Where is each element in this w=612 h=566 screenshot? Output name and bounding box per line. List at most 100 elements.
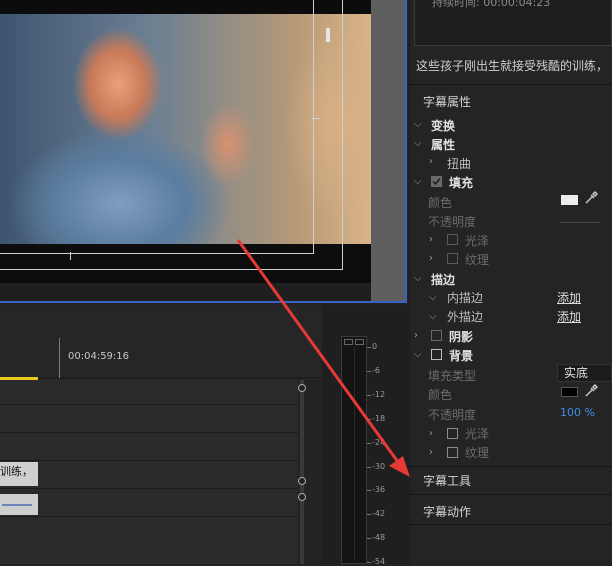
fill-type-label: 填充类型 — [428, 369, 477, 383]
sheen-checkbox[interactable] — [447, 234, 458, 245]
guide-tick — [312, 118, 320, 119]
subtitle-clip[interactable]: 训练， — [0, 462, 38, 486]
track-divider — [0, 460, 298, 461]
opacity-underline — [560, 222, 600, 223]
db-label: -42 — [372, 509, 386, 519]
chevron-down-icon[interactable]: ⌵ — [414, 273, 422, 284]
fill-color-label: 颜色 — [428, 196, 453, 210]
db-label: -6 — [372, 365, 380, 375]
texture-checkbox[interactable] — [447, 253, 458, 264]
track-divider — [0, 432, 298, 433]
add-inner-stroke-link[interactable]: 添加 — [557, 289, 581, 306]
panel-title: 字幕属性 — [423, 95, 472, 109]
section-fill[interactable]: 填充 — [449, 174, 473, 191]
db-tick — [367, 466, 371, 468]
chevron-right-icon[interactable]: › — [414, 330, 418, 341]
db-tick — [367, 394, 371, 396]
chevron-down-icon[interactable]: ⌵ — [414, 119, 422, 130]
bg-sheen-checkbox[interactable] — [447, 428, 458, 439]
item-texture: 纹理 — [465, 253, 490, 267]
track-divider — [0, 404, 298, 405]
bg-opacity-value[interactable]: 100 % — [560, 406, 595, 419]
chevron-down-icon[interactable]: ⌵ — [429, 311, 437, 322]
clip-waveform — [2, 504, 32, 506]
shadow-checkbox[interactable] — [431, 330, 442, 341]
db-label: -30 — [372, 461, 386, 471]
db-tick — [367, 514, 371, 516]
db-tick — [367, 562, 371, 564]
guide-handle[interactable] — [326, 28, 330, 42]
bg-color-swatch[interactable] — [561, 387, 578, 397]
fill-opacity-label: 不透明度 — [428, 215, 477, 229]
ruler-timecode: 00:04:59:16 — [68, 351, 130, 362]
section-background[interactable]: 背景 — [449, 347, 473, 364]
db-tick — [367, 370, 371, 372]
timeline-scrollbar[interactable] — [300, 380, 304, 564]
chevron-down-icon[interactable]: ⌵ — [414, 138, 422, 149]
db-label: -12 — [372, 389, 386, 399]
add-outer-stroke-link[interactable]: 添加 — [557, 308, 581, 325]
section-transform[interactable]: 变换 — [431, 117, 455, 134]
scroll-handle[interactable] — [298, 493, 306, 501]
chevron-right-icon[interactable]: › — [429, 447, 433, 458]
item-sheen: 光泽 — [465, 234, 490, 248]
fill-type-dropdown[interactable]: 实底 — [557, 364, 612, 382]
meter-divider — [354, 347, 355, 562]
ruler-tick — [59, 338, 60, 378]
db-label: -36 — [372, 485, 386, 495]
bg-opacity-label: 不透明度 — [428, 408, 477, 422]
fill-checkbox[interactable] — [431, 176, 442, 187]
bg-color-label: 颜色 — [428, 388, 453, 402]
db-label: -54 — [372, 557, 386, 566]
guide-tick — [70, 252, 71, 260]
track-divider — [0, 488, 298, 489]
db-label: 0 — [372, 342, 378, 351]
subtitle-preview-text: 这些孩子刚出生就接受残酷的训练， — [416, 59, 609, 73]
scroll-handle[interactable] — [298, 477, 306, 485]
chevron-down-icon[interactable]: ⌵ — [429, 292, 437, 303]
divider — [409, 466, 612, 467]
eyedropper-icon[interactable] — [584, 384, 598, 401]
section-strokes[interactable]: 描边 — [431, 271, 455, 288]
divider — [409, 494, 612, 495]
chevron-right-icon[interactable]: › — [429, 428, 433, 439]
bg-texture-checkbox[interactable] — [447, 447, 458, 458]
bg-item-texture: 纹理 — [465, 446, 490, 460]
subtitle-clip[interactable] — [0, 494, 38, 515]
clip-label: 训练， — [0, 465, 33, 478]
item-inner-stroke: 内描边 — [447, 291, 484, 305]
db-label: -18 — [372, 413, 386, 423]
chevron-right-icon[interactable]: › — [429, 156, 433, 167]
db-tick — [367, 490, 371, 492]
track-area[interactable] — [0, 380, 298, 564]
title-actions-header[interactable]: 字幕动作 — [423, 503, 471, 520]
db-tick — [367, 347, 371, 348]
db-tick — [367, 442, 371, 444]
item-outer-stroke: 外描边 — [447, 310, 484, 324]
eyedropper-icon[interactable] — [584, 191, 598, 208]
section-attributes[interactable]: 属性 — [431, 136, 455, 153]
db-label: -48 — [372, 533, 386, 543]
db-tick — [367, 538, 371, 540]
duration-text: 持续时间: 00:00:04:23 — [432, 0, 551, 9]
action-safe-guide — [0, 0, 343, 270]
divider — [409, 84, 612, 85]
timeline-ruler[interactable] — [0, 305, 322, 378]
chevron-right-icon[interactable]: › — [429, 253, 433, 264]
chevron-down-icon[interactable]: ⌵ — [414, 176, 422, 187]
chevron-right-icon[interactable]: › — [429, 234, 433, 245]
section-shadow[interactable]: 阴影 — [449, 328, 473, 345]
meter-peak-right — [355, 339, 364, 345]
bg-item-sheen: 光泽 — [465, 427, 490, 441]
chevron-down-icon[interactable]: ⌵ — [414, 349, 422, 360]
fill-color-swatch[interactable] — [561, 195, 578, 205]
meter-peak-left — [344, 339, 353, 345]
background-checkbox[interactable] — [431, 349, 442, 360]
check-icon — [432, 178, 441, 186]
item-distort[interactable]: 扭曲 — [447, 155, 471, 172]
title-tools-header[interactable]: 字幕工具 — [423, 472, 471, 489]
scroll-handle[interactable] — [298, 384, 306, 392]
audio-meter — [341, 336, 367, 564]
db-label: -24 — [372, 437, 386, 447]
track-divider — [0, 516, 298, 517]
